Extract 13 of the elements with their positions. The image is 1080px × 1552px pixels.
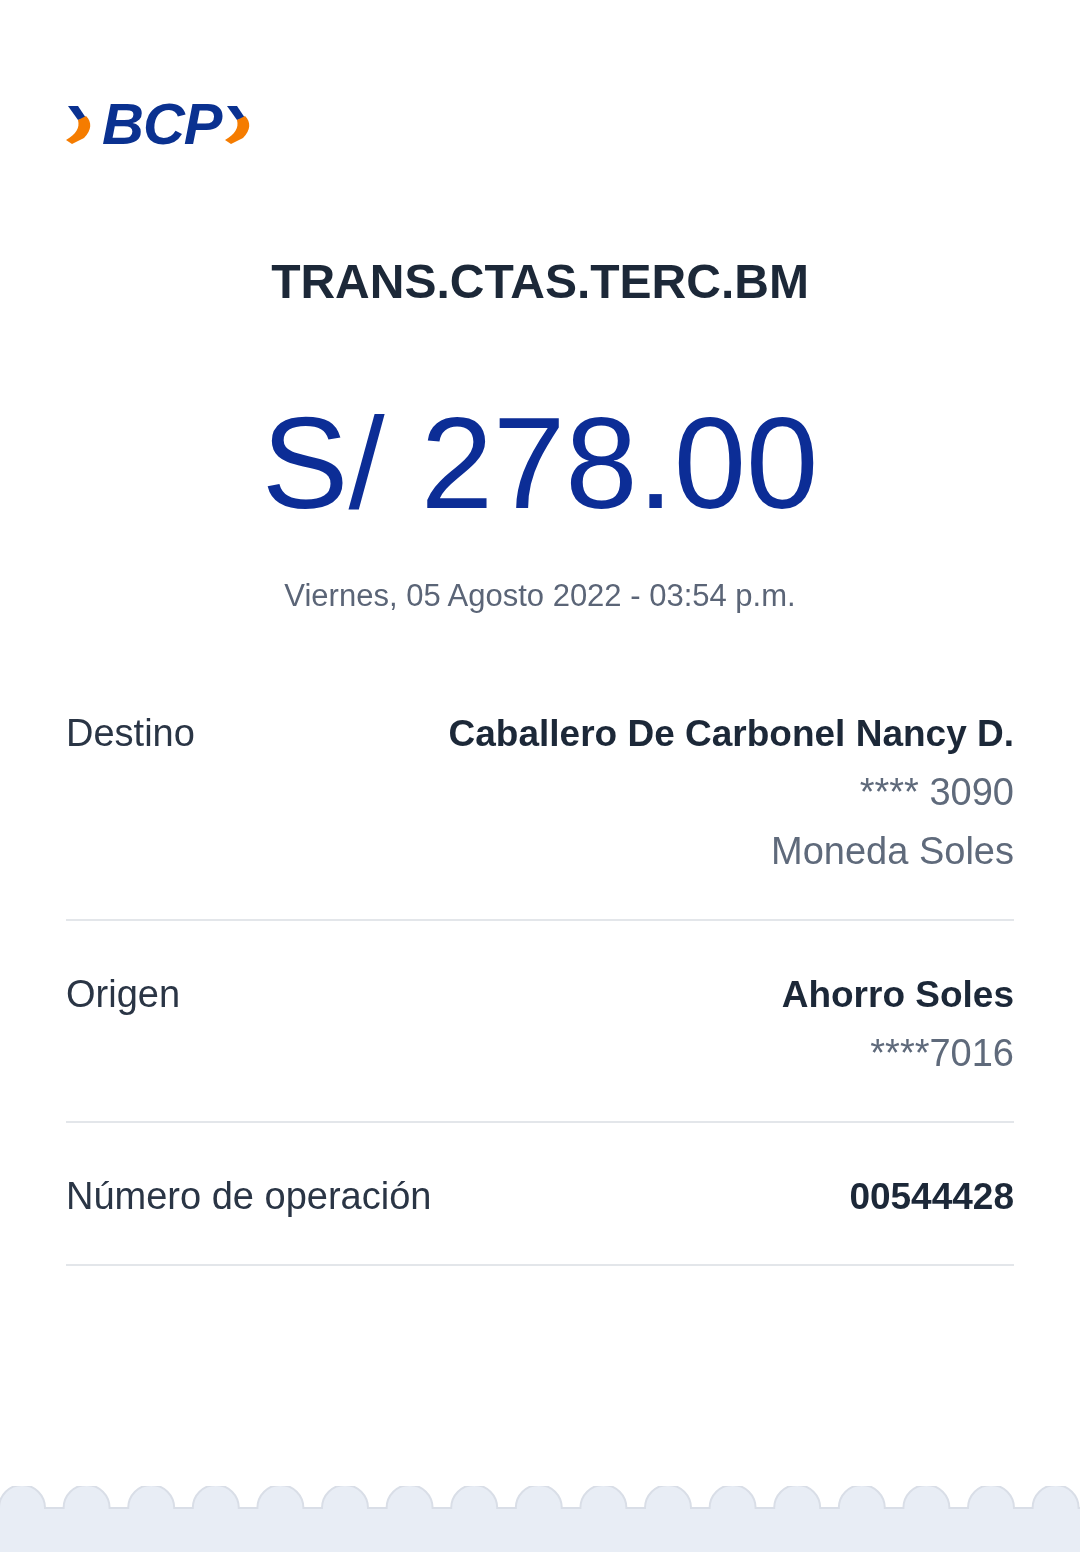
amount-text: S/ 278.00 bbox=[261, 398, 819, 528]
detail-label: Destino bbox=[66, 711, 195, 756]
logo-text: BCP bbox=[102, 100, 222, 148]
detail-value: 00544428 bbox=[849, 1175, 1014, 1219]
detail-label: Origen bbox=[66, 972, 181, 1017]
detail-value: **** 3090 bbox=[859, 770, 1014, 815]
detail-label: Número de operación bbox=[66, 1174, 432, 1219]
detail-value: Caballero De Carbonel Nancy D. bbox=[448, 712, 1014, 756]
transaction-title: TRANS.CTAS.TERC.BM bbox=[271, 254, 809, 310]
detail-value: ****7016 bbox=[870, 1031, 1014, 1076]
detail-value: Moneda Soles bbox=[771, 829, 1014, 874]
detail-value: Ahorro Soles bbox=[781, 973, 1014, 1017]
date-time-text: Viernes, 05 Agosto 2022 - 03:54 p.m. bbox=[284, 577, 796, 615]
